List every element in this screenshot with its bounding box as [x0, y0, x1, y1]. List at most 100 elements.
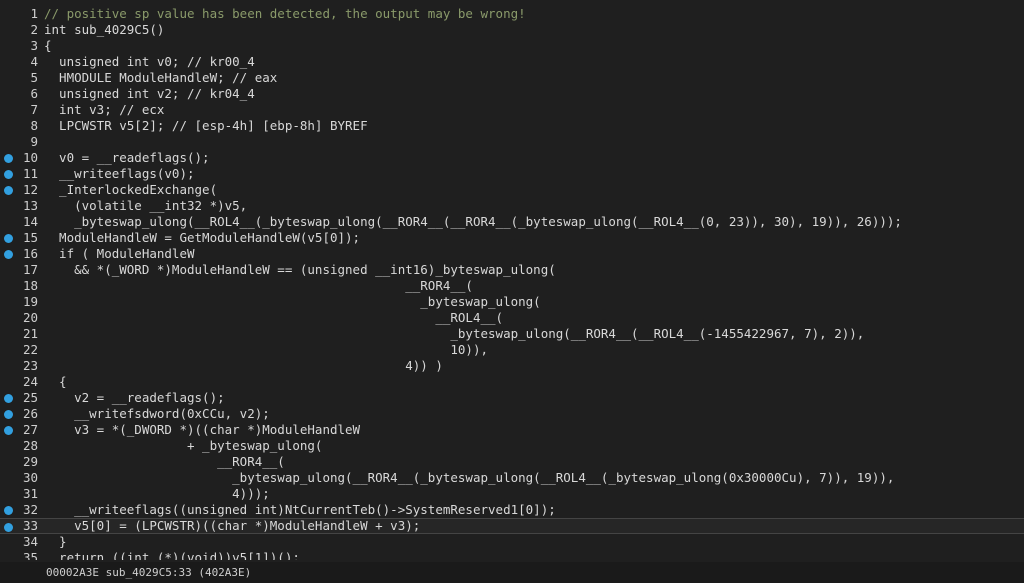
breakpoint-dot-icon[interactable] — [4, 186, 13, 195]
code-line[interactable]: 32 __writeeflags((unsigned int)NtCurrent… — [0, 502, 1024, 518]
code-line[interactable]: 16 if ( ModuleHandleW — [0, 246, 1024, 262]
code-line[interactable]: 8 LPCWSTR v5[2]; // [esp-4h] [ebp-8h] BY… — [0, 118, 1024, 134]
code-text[interactable]: __ROR4__( — [44, 454, 285, 470]
breakpoint-dot-icon[interactable] — [4, 234, 13, 243]
code-line[interactable]: 5 HMODULE ModuleHandleW; // eax — [0, 70, 1024, 86]
breakpoint-dot-icon[interactable] — [4, 410, 13, 419]
code-text[interactable]: __writeeflags(v0); — [44, 166, 194, 182]
line-number: 19 — [22, 294, 38, 309]
code-text[interactable]: ModuleHandleW = GetModuleHandleW(v5[0]); — [44, 230, 360, 246]
code-line[interactable]: 28 + _byteswap_ulong( — [0, 438, 1024, 454]
code-text[interactable]: unsigned int v2; // kr04_4 — [44, 86, 255, 102]
breakpoint-dot-icon[interactable] — [4, 394, 13, 403]
line-number: 30 — [22, 470, 38, 485]
line-number: 6 — [30, 86, 38, 101]
code-text[interactable]: LPCWSTR v5[2]; // [esp-4h] [ebp-8h] BYRE… — [44, 118, 368, 134]
line-number: 22 — [22, 342, 38, 357]
code-line[interactable]: 31 4))); — [0, 486, 1024, 502]
code-text[interactable]: __writeeflags((unsigned int)NtCurrentTeb… — [44, 502, 556, 518]
code-text[interactable]: return ((int (*)(void))v5[1])(); — [44, 550, 300, 560]
code-text[interactable]: // positive sp value has been detected, … — [44, 6, 526, 22]
code-line[interactable]: 34 } — [0, 534, 1024, 550]
code-text[interactable]: __writefsdword(0xCCu, v2); — [44, 406, 270, 422]
code-text[interactable]: 10)), — [44, 342, 488, 358]
code-text[interactable]: { — [44, 374, 67, 390]
code-line[interactable]: 29 __ROR4__( — [0, 454, 1024, 470]
code-line[interactable]: 6 unsigned int v2; // kr04_4 — [0, 86, 1024, 102]
breakpoint-dot-icon[interactable] — [4, 170, 13, 179]
code-line[interactable]: 25 v2 = __readeflags(); — [0, 390, 1024, 406]
code-text[interactable]: __ROR4__( — [44, 278, 473, 294]
code-line[interactable]: 18 __ROR4__( — [0, 278, 1024, 294]
code-line[interactable]: 24 { — [0, 374, 1024, 390]
code-line[interactable]: 30 _byteswap_ulong(__ROR4__(_byteswap_ul… — [0, 470, 1024, 486]
code-line[interactable]: 21 _byteswap_ulong(__ROR4__(__ROL4__(-14… — [0, 326, 1024, 342]
line-number: 18 — [22, 278, 38, 293]
code-text[interactable]: + _byteswap_ulong( — [44, 438, 322, 454]
code-line[interactable]: 7 int v3; // ecx — [0, 102, 1024, 118]
code-line[interactable]: 10 v0 = __readeflags(); — [0, 150, 1024, 166]
code-line[interactable]: 4 unsigned int v0; // kr00_4 — [0, 54, 1024, 70]
code-text[interactable]: v5[0] = (LPCWSTR)((char *)ModuleHandleW … — [44, 519, 420, 533]
pseudocode-view[interactable]: 1 // positive sp value has been detected,… — [0, 0, 1024, 560]
code-text[interactable]: __ROL4__( — [44, 310, 503, 326]
code-text[interactable]: && *(_WORD *)ModuleHandleW == (unsigned … — [44, 262, 556, 278]
line-number: 7 — [30, 102, 38, 117]
breakpoint-dot-icon[interactable] — [4, 523, 13, 532]
code-line[interactable]: 12 _InterlockedExchange( — [0, 182, 1024, 198]
code-text[interactable]: unsigned int v0; // kr00_4 — [44, 54, 255, 70]
code-line[interactable]: 26 __writefsdword(0xCCu, v2); — [0, 406, 1024, 422]
line-number: 9 — [30, 134, 38, 149]
code-text[interactable]: _byteswap_ulong(__ROL4__(_byteswap_ulong… — [44, 214, 902, 230]
code-text[interactable]: v0 = __readeflags(); — [44, 150, 210, 166]
code-line[interactable]: 22 10)), — [0, 342, 1024, 358]
breakpoint-dot-icon[interactable] — [4, 154, 13, 163]
code-text[interactable]: _byteswap_ulong(__ROR4__(_byteswap_ulong… — [44, 470, 894, 486]
code-line[interactable]: 9 — [0, 134, 1024, 150]
code-line[interactable]: 3{ — [0, 38, 1024, 54]
code-line[interactable]: 33 v5[0] = (LPCWSTR)((char *)ModuleHandl… — [0, 518, 1024, 534]
breakpoint-dot-icon[interactable] — [4, 506, 13, 515]
code-line[interactable]: 17 && *(_WORD *)ModuleHandleW == (unsign… — [0, 262, 1024, 278]
breakpoint-dot-icon[interactable] — [4, 250, 13, 259]
code-text[interactable]: v2 = __readeflags(); — [44, 390, 225, 406]
code-line[interactable]: 13 (volatile __int32 *)v5, — [0, 198, 1024, 214]
code-text[interactable]: HMODULE ModuleHandleW; // eax — [44, 70, 277, 86]
line-number: 8 — [30, 118, 38, 133]
code-text[interactable]: (volatile __int32 *)v5, — [44, 198, 247, 214]
line-number: 12 — [22, 182, 38, 197]
code-text[interactable]: _byteswap_ulong(__ROR4__(__ROL4__(-14554… — [44, 326, 864, 342]
line-number: 35 — [22, 550, 38, 560]
code-text[interactable]: _byteswap_ulong( — [44, 294, 540, 310]
code-line[interactable]: 15 ModuleHandleW = GetModuleHandleW(v5[0… — [0, 230, 1024, 246]
code-text[interactable]: 4)) ) — [44, 358, 443, 374]
code-text[interactable]: int v3; // ecx — [44, 102, 164, 118]
breakpoint-dot-icon[interactable] — [4, 426, 13, 435]
code-text[interactable]: { — [44, 38, 52, 54]
code-text[interactable]: int sub_4029C5() — [44, 22, 164, 38]
line-number: 15 — [22, 230, 38, 245]
line-number: 34 — [22, 534, 38, 549]
line-number: 29 — [22, 454, 38, 469]
code-line[interactable]: 27 v3 = *(_DWORD *)((char *)ModuleHandle… — [0, 422, 1024, 438]
code-line[interactable]: 35 return ((int (*)(void))v5[1])(); — [0, 550, 1024, 560]
line-number: 27 — [22, 422, 38, 437]
code-line[interactable]: 14 _byteswap_ulong(__ROL4__(_byteswap_ul… — [0, 214, 1024, 230]
code-line[interactable]: 23 4)) ) — [0, 358, 1024, 374]
code-line[interactable]: 19 _byteswap_ulong( — [0, 294, 1024, 310]
code-text[interactable]: v3 = *(_DWORD *)((char *)ModuleHandleW — [44, 422, 360, 438]
code-text[interactable]: 4))); — [44, 486, 270, 502]
line-number: 17 — [22, 262, 38, 277]
code-line[interactable]: 1 // positive sp value has been detected,… — [0, 6, 1024, 22]
code-text[interactable]: } — [44, 534, 67, 550]
status-bar: 00002A3E sub_4029C5:33 (402A3E) — [0, 562, 1024, 583]
code-text[interactable]: _InterlockedExchange( — [44, 182, 217, 198]
line-number: 5 — [30, 70, 38, 85]
line-number: 25 — [22, 390, 38, 405]
code-line[interactable]: 2 int sub_4029C5() — [0, 22, 1024, 38]
code-line[interactable]: 20 __ROL4__( — [0, 310, 1024, 326]
code-line[interactable]: 11 __writeeflags(v0); — [0, 166, 1024, 182]
code-text[interactable]: if ( ModuleHandleW — [44, 246, 194, 262]
line-number: 10 — [22, 150, 38, 165]
line-number: 33 — [22, 518, 38, 533]
